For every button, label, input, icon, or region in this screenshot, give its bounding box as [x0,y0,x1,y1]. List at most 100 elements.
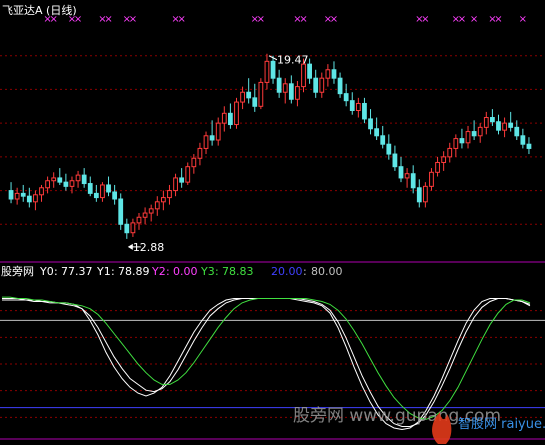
legend-ref-high: 80.00 [311,265,343,278]
candle-body [319,77,325,93]
legend-y2-value: 0.00 [173,265,198,278]
legend-y0-value: 77.37 [61,265,93,278]
candle-body [270,60,276,79]
candle-body [173,177,178,192]
candle-body [185,166,191,183]
signal-marker: × [458,14,466,25]
signal-marker: × [299,14,307,25]
candle-body [301,63,306,88]
candle-body [355,102,361,111]
candle-body [295,86,300,100]
candle-body [483,117,489,128]
candle-body [215,122,221,141]
candle-body [142,212,148,218]
candle-body [496,121,501,131]
candle-body [471,131,477,137]
candle-body [191,157,197,168]
candle-body [422,185,428,203]
candle-body [337,77,343,95]
candle-body [429,171,434,187]
candle-body [100,184,105,199]
signal-marker: × [494,14,502,25]
candle-body [276,77,282,93]
candle-body [252,97,258,107]
candle-body [441,156,447,163]
legend-y1-value: 78.89 [118,265,150,278]
legend-y2-colon: : [166,265,170,278]
candle-body [106,184,111,193]
legend-y3-value: 78.83 [222,265,254,278]
candle-body [490,117,495,123]
candle-body [368,118,373,130]
legend-y0-name: Y0 [39,265,54,278]
candle-body [118,198,124,225]
candle-body [246,91,252,99]
candle-body [282,83,288,93]
candle-body [435,161,440,173]
candle-body [459,138,465,144]
candle-body [203,135,209,149]
high-price-label: 19.47 [277,54,309,67]
candle-body [313,77,319,93]
candle-body [502,122,507,131]
candle-body [288,83,294,100]
signal-marker: × [421,14,429,25]
legend-y3-name: Y3 [200,265,215,278]
candle-body [386,143,392,155]
signal-marker: × [330,14,338,25]
legend-y3-colon: : [215,265,219,278]
legend-y1-colon: : [111,265,115,278]
candle-body [526,143,532,149]
candle-body [33,194,38,203]
candle-body [124,223,130,234]
candle-body [45,180,50,189]
candle-body [398,166,404,179]
candle-body [362,102,367,120]
indicator-name: 股旁网 [1,264,34,278]
candle-body [179,177,185,183]
candle-body [167,190,172,199]
oscillator-gridlines [0,310,545,418]
candle-body [69,180,75,187]
candle-body [57,177,63,183]
candle-body [8,190,14,200]
candle-body [331,69,337,79]
candle-body [240,91,245,103]
candle-body [197,147,203,159]
candle-body [325,69,331,79]
candle-body [392,153,398,168]
candle-body [416,187,422,203]
watermark-raiyue-text: 智股网 raiyue.com [458,417,545,432]
price-panel-title: 飞亚达A (日线) [2,3,77,17]
candle-body [209,135,215,141]
candle-body [374,128,380,137]
candle-body [87,183,93,194]
low-price-label: 12.88 [133,241,165,254]
candle-body [75,174,81,182]
candle-body [453,138,459,149]
chart-canvas: ×× ×× ×× ×× ×× ×× ×× ×× ×× ×× × ×× × 飞亚达A (日线) 19.47… [0,3,545,444]
candle-body [520,135,526,145]
signal-markers: ×× ×× ×× ×× ×× ×× ×× ×× ×× ×× × ×× × [43,14,527,25]
signal-marker: × [470,14,478,25]
candle-body [93,192,99,199]
candle-body [228,112,233,126]
candle-body [221,112,227,124]
candle-body [514,126,520,137]
legend-y2-name: Y2 [151,265,166,278]
candlestick-series [8,53,532,239]
low-annotation: 12.88 [127,241,165,254]
candle-body [343,93,349,102]
candle-body [465,131,471,144]
candle-body [112,191,118,200]
candle-body [380,135,386,145]
legend-y1-name: Y1 [96,265,111,278]
candle-body [404,173,410,179]
candle-body [154,201,160,210]
legend-y0-colon: : [54,265,58,278]
signal-marker: × [257,14,265,25]
candle-body [39,187,44,196]
candle-body [148,208,154,214]
legend-ref-low: 20.00 [271,265,303,278]
candle-body [234,101,239,126]
